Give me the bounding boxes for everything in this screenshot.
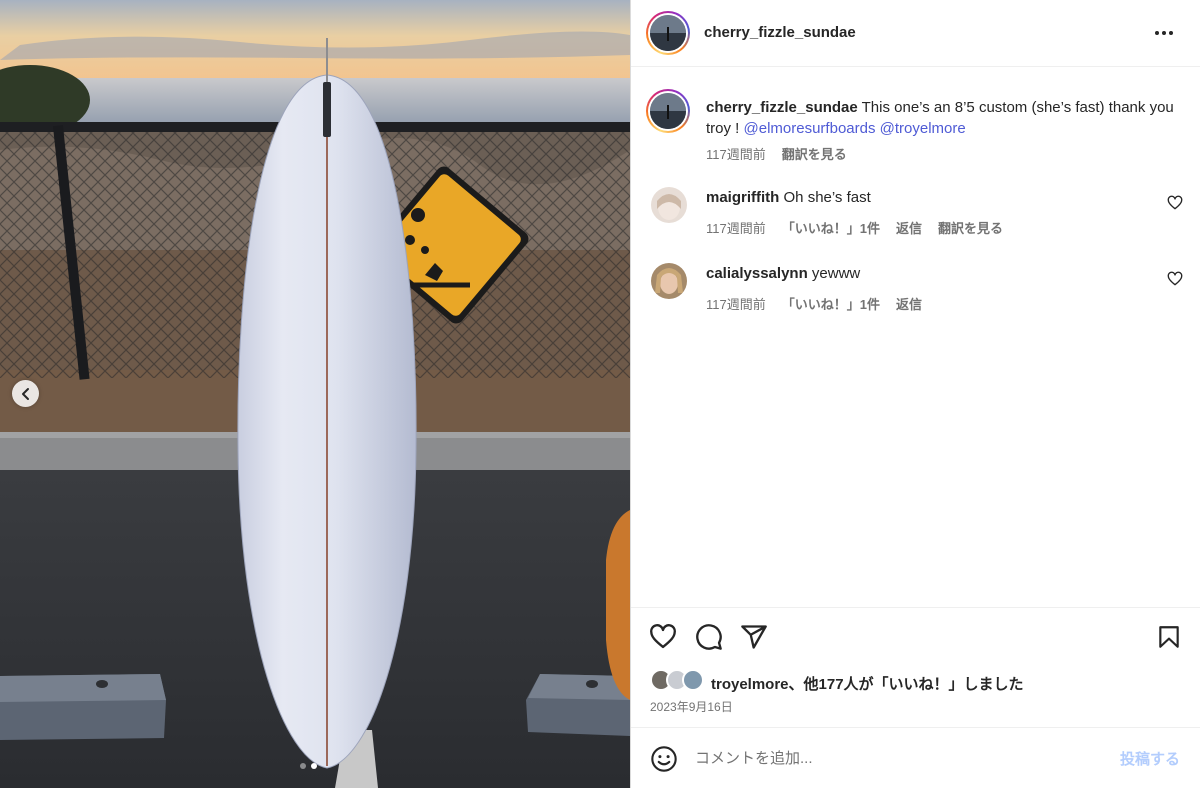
more-options-icon[interactable] <box>1155 26 1179 40</box>
comment-button[interactable] <box>694 622 724 652</box>
post-photo <box>0 0 630 788</box>
heart-outline-icon[interactable] <box>1167 195 1183 211</box>
comment-time[interactable]: 117週間前 <box>706 221 766 236</box>
caption-username[interactable]: cherry_fizzle_sundae <box>706 99 858 116</box>
caption-time[interactable]: 117週間前 <box>706 147 766 162</box>
comment-input[interactable] <box>695 746 1095 770</box>
avatar-image <box>651 187 687 223</box>
comments-section: cherry_fizzle_sundae This one’s an 8’5 c… <box>631 67 1200 607</box>
comment-body: yewww <box>807 265 861 282</box>
comment-meta: 117週間前 「いいね！」1件 返信 <box>706 294 938 313</box>
mention-link[interactable]: @troyelmore <box>880 120 966 137</box>
avatar-image <box>650 15 686 51</box>
liker-avatar <box>682 669 704 691</box>
mention-link[interactable]: @elmoresurfboards <box>744 120 876 137</box>
comment-item: calialyssalynn yewww 117週間前 「いいね！」1件 返信 <box>646 263 1191 323</box>
heart-outline-icon[interactable] <box>1167 271 1183 287</box>
comment-composer: 投稿する <box>631 727 1200 788</box>
share-button[interactable] <box>739 622 769 652</box>
comment-text: maigriffith Oh she’s fast <box>706 189 871 206</box>
comment-meta: 117週間前 「いいね！」1件 返信 翻訳を見る <box>706 218 1019 237</box>
likes-summary[interactable]: troyelmore、他177人が「いいね！」しました <box>711 673 1024 694</box>
comment-text: calialyssalynn yewww <box>706 265 860 282</box>
comment-username[interactable]: maigriffith <box>706 189 779 206</box>
author-username[interactable]: cherry_fizzle_sundae <box>704 24 856 41</box>
comment-time[interactable]: 117週間前 <box>706 297 766 312</box>
post-panel: cherry_fizzle_sundae cherry_fizzle_sunda… <box>630 0 1200 788</box>
post-header: cherry_fizzle_sundae <box>631 0 1200 67</box>
comment-item: maigriffith Oh she’s fast 117週間前 「いいね！」1件… <box>646 187 1191 247</box>
comment-likes[interactable]: 「いいね！」1件 <box>782 221 880 236</box>
comment-body: Oh she’s fast <box>779 189 871 206</box>
carousel-dot-active <box>311 763 317 769</box>
like-button[interactable] <box>648 622 678 652</box>
post-actions: troyelmore、他177人が「いいね！」しました 2023年9月16日 <box>631 607 1200 727</box>
commenter-avatar[interactable] <box>651 263 687 299</box>
avatar-image <box>650 93 686 129</box>
post-comment-button[interactable]: 投稿する <box>1120 748 1180 769</box>
send-icon <box>741 625 767 649</box>
heart-icon <box>650 624 676 649</box>
translate-link[interactable]: 翻訳を見る <box>938 221 1003 236</box>
carousel-dots <box>300 763 317 769</box>
bookmark-icon <box>1159 626 1179 648</box>
carousel-dot <box>300 763 306 769</box>
author-avatar[interactable] <box>646 11 690 55</box>
carousel-prev-button[interactable] <box>12 380 39 407</box>
post-date[interactable]: 2023年9月16日 <box>650 698 733 715</box>
caption-avatar[interactable] <box>646 89 690 133</box>
post-media <box>0 0 630 788</box>
emoji-icon[interactable] <box>650 745 678 773</box>
avatar-image <box>651 263 687 299</box>
translate-link[interactable]: 翻訳を見る <box>782 147 847 162</box>
caption-text: cherry_fizzle_sundae This one’s an 8’5 c… <box>706 97 1191 139</box>
comment-likes[interactable]: 「いいね！」1件 <box>782 297 880 312</box>
chevron-left-icon <box>21 387 29 400</box>
commenter-avatar[interactable] <box>651 187 687 223</box>
reply-button[interactable]: 返信 <box>896 221 922 236</box>
comment-username[interactable]: calialyssalynn <box>706 265 808 282</box>
comment-icon <box>696 624 722 650</box>
save-button[interactable] <box>1154 622 1184 652</box>
caption-meta: 117週間前 翻訳を見る <box>706 144 863 163</box>
reply-button[interactable]: 返信 <box>896 297 922 312</box>
